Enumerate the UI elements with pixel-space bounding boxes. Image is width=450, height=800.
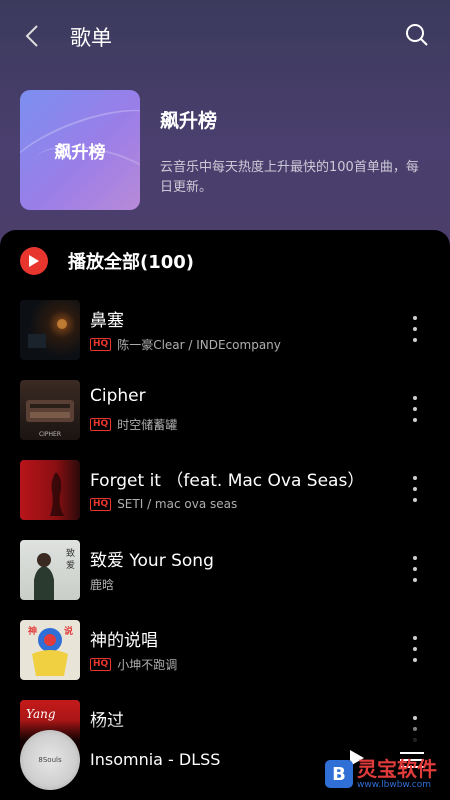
chevron-left-icon xyxy=(25,25,38,47)
song-row[interactable]: Forget it （feat. Mac Ova Seas） HQ SETI /… xyxy=(0,460,450,540)
song-row[interactable]: 神说 神的说唱 HQ 小坤不跑调 xyxy=(0,620,450,700)
playlist-name: 飙升榜 xyxy=(160,110,218,132)
song-artist: SETI / mac ova seas xyxy=(117,497,238,511)
song-title: 鼻塞 xyxy=(90,311,124,331)
svg-text:CIPHER: CIPHER xyxy=(39,431,61,438)
hq-badge: HQ xyxy=(90,417,112,431)
search-icon xyxy=(406,24,428,46)
more-options-button[interactable] xyxy=(410,396,420,422)
hq-badge: HQ xyxy=(90,657,112,671)
song-artist: 鹿晗 xyxy=(90,577,115,592)
song-thumbnail xyxy=(20,460,80,520)
song-meta: HQ SETI / mac ova seas xyxy=(90,496,237,512)
page-title: 歌单 xyxy=(70,26,112,50)
song-row[interactable]: CIPHER Cipher HQ 时空储蓄罐 xyxy=(0,380,450,460)
playlist-cover[interactable]: 飙升榜 xyxy=(20,90,140,210)
song-title: Cipher xyxy=(90,386,146,406)
song-title: Forget it （feat. Mac Ova Seas） xyxy=(90,471,365,491)
more-options-button[interactable] xyxy=(410,316,420,342)
svg-text:致: 致 xyxy=(66,547,75,559)
now-playing-title: Insomnia - DLSS xyxy=(90,750,221,769)
top-bar: 歌单 xyxy=(0,0,450,72)
song-meta: HQ 小坤不跑调 xyxy=(90,656,177,672)
song-meta: HQ 陈一豪Clear / INDEcompany xyxy=(90,336,281,352)
svg-text:说: 说 xyxy=(64,625,73,637)
more-options-button[interactable] xyxy=(410,636,420,662)
song-artist: 陈一豪Clear / INDEcompany xyxy=(117,337,281,352)
watermark: B 灵宝软件 www.lbwbw.com xyxy=(325,748,450,800)
song-thumbnail: 神说 xyxy=(20,620,80,680)
song-artist: 时空储蓄罐 xyxy=(117,417,178,432)
now-playing-disc[interactable]: 8Souls xyxy=(20,730,80,790)
song-meta: 鹿晗 xyxy=(90,576,114,592)
play-all-button[interactable]: 播放全部(100) xyxy=(20,246,194,276)
playlist-description[interactable]: 云音乐中每天热度上升最快的100首单曲，每日更新。 xyxy=(160,158,430,198)
song-title: 神的说唱 xyxy=(90,631,158,651)
svg-text:Yang: Yang xyxy=(26,707,56,721)
disc-label: 8Souls xyxy=(38,756,62,764)
more-options-button[interactable] xyxy=(410,556,420,582)
svg-text:爱: 爱 xyxy=(66,560,75,571)
search-button[interactable] xyxy=(404,22,430,48)
back-button[interactable] xyxy=(18,22,46,50)
song-title: 致爱 Your Song xyxy=(90,551,214,571)
watermark-url: www.lbwbw.com xyxy=(357,780,432,790)
hq-badge: HQ xyxy=(90,497,112,511)
song-thumbnail: CIPHER xyxy=(20,380,80,440)
song-row[interactable]: 致爱 致爱 Your Song 鹿晗 xyxy=(0,540,450,620)
song-row[interactable]: 鼻塞 HQ 陈一豪Clear / INDEcompany xyxy=(0,300,450,380)
more-options-button[interactable] xyxy=(410,476,420,502)
play-all-label: 播放全部(100) xyxy=(68,252,195,273)
song-thumbnail xyxy=(20,300,80,360)
cover-text: 飙升榜 xyxy=(54,142,106,163)
song-thumbnail: 致爱 xyxy=(20,540,80,600)
song-meta: HQ 时空储蓄罐 xyxy=(90,416,177,432)
hq-badge: HQ xyxy=(90,337,112,351)
watermark-name: 灵宝软件 xyxy=(357,757,437,781)
song-artist: 小坤不跑调 xyxy=(117,657,178,672)
svg-text:神: 神 xyxy=(28,625,37,637)
play-circle-icon xyxy=(20,247,48,275)
watermark-logo-icon: B xyxy=(325,760,353,788)
